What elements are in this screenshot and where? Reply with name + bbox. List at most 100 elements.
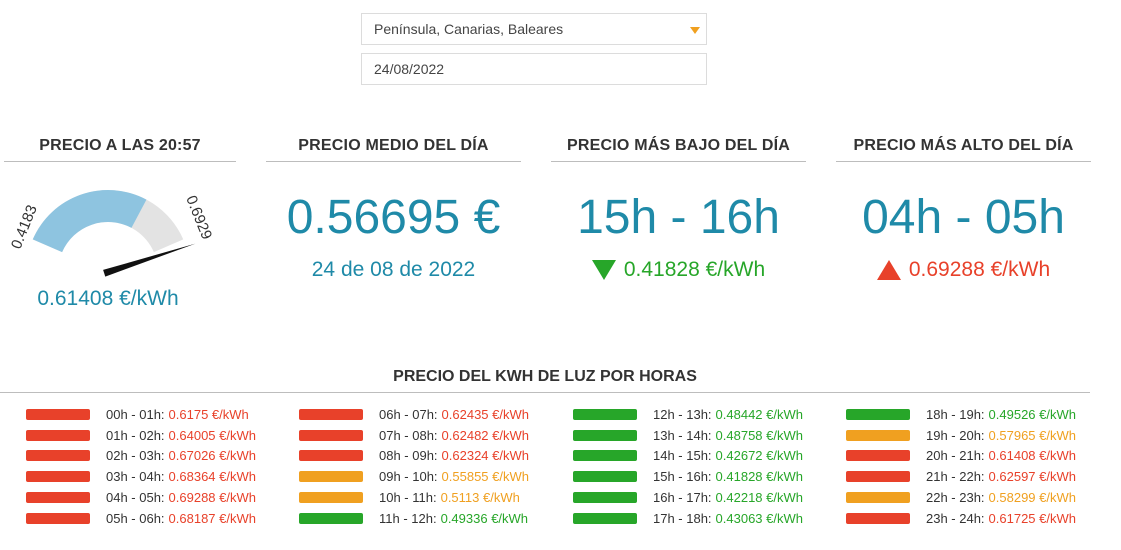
hour-price-row: 07h - 08h: 0.62482 €/kWh: [299, 425, 529, 446]
current-price-card: PRECIO A LAS 20:57: [0, 137, 236, 162]
hour-range-label: 15h - 16h:: [653, 469, 712, 485]
hour-price-value: 0.42218 €/kWh: [715, 490, 803, 506]
hour-range-label: 06h - 07h:: [379, 406, 438, 422]
price-level-bar: [573, 450, 637, 462]
hour-range-label: 03h - 04h:: [106, 469, 165, 485]
hour-price-value: 0.42672 €/kWh: [715, 448, 803, 464]
highest-price-title: PRECIO MÁS ALTO DEL DÍA: [836, 137, 1091, 162]
price-level-bar: [299, 408, 363, 420]
region-select[interactable]: Península, Canarias, Baleares: [361, 13, 707, 45]
hour-price-row: 23h - 24h: 0.61725 €/kWh: [846, 508, 1076, 529]
gauge-min-label: 0.4183: [8, 203, 41, 252]
region-select-value: Península, Canarias, Baleares: [374, 21, 564, 37]
hour-price-row: 17h - 18h: 0.43063 €/kWh: [573, 508, 803, 529]
hour-price-value: 0.62324 €/kWh: [441, 448, 529, 464]
chevron-down-icon[interactable]: [690, 27, 700, 34]
hour-price-row: 08h - 09h: 0.62324 €/kWh: [299, 446, 529, 467]
lowest-price-range: 15h - 16h: [577, 191, 780, 244]
hour-price-value: 0.68364 €/kWh: [168, 469, 256, 485]
hour-price-value: 0.61725 €/kWh: [988, 510, 1076, 526]
hourly-column: 00h - 01h: 0.6175 €/kWh 01h - 02h: 0.64005 …: [26, 404, 256, 529]
hour-range-label: 02h - 03h:: [106, 448, 165, 464]
price-level-bar: [299, 492, 363, 504]
hour-price-value: 0.62482 €/kWh: [441, 427, 529, 443]
average-price-card: PRECIO MEDIO DEL DÍA 0.56695 € 24 de 08 …: [266, 137, 521, 282]
hour-price-row: 22h - 23h: 0.58299 €/kWh: [846, 487, 1076, 508]
price-level-bar: [573, 512, 637, 524]
price-level-bar: [846, 471, 910, 483]
price-level-bar: [846, 492, 910, 504]
hour-range-label: 19h - 20h:: [926, 427, 985, 443]
hour-range-label: 09h - 10h:: [379, 469, 438, 485]
hour-price-value: 0.49336 €/kWh: [440, 510, 529, 526]
hour-range-label: 01h - 02h:: [106, 427, 165, 443]
hour-price-value: 0.68187 €/kWh: [168, 510, 256, 526]
price-level-bar: [846, 408, 910, 420]
hour-price-row: 13h - 14h: 0.48758 €/kWh: [573, 425, 803, 446]
hour-price-row: 00h - 01h: 0.6175 €/kWh: [26, 404, 256, 425]
price-level-bar: [846, 450, 910, 462]
hour-range-label: 11h - 12h:: [379, 510, 437, 526]
price-level-bar: [573, 429, 637, 441]
hour-price-value: 0.6175 €/kWh: [168, 406, 249, 422]
hour-price-value: 0.69288 €/kWh: [168, 490, 256, 506]
hour-price-row: 10h - 11h: 0.5113 €/kWh: [299, 487, 529, 508]
price-level-bar: [573, 492, 637, 504]
hour-range-label: 07h - 08h:: [379, 427, 438, 443]
hour-range-label: 00h - 01h:: [106, 406, 165, 422]
hour-price-row: 02h - 03h: 0.67026 €/kWh: [26, 446, 256, 467]
lowest-price-value: 0.41828 €/kWh: [623, 258, 766, 281]
hour-price-value: 0.62435 €/kWh: [441, 406, 529, 422]
hour-price-value: 0.5113 €/kWh: [440, 490, 520, 506]
price-level-bar: [26, 492, 90, 504]
price-level-bar: [26, 512, 90, 524]
hour-range-label: 04h - 05h:: [106, 490, 165, 506]
date-input-value: 24/08/2022: [374, 61, 445, 77]
hour-price-value: 0.61408 €/kWh: [988, 448, 1076, 464]
price-level-bar: [846, 429, 910, 441]
hour-price-row: 19h - 20h: 0.57965 €/kWh: [846, 425, 1076, 446]
hour-price-row: 20h - 21h: 0.61408 €/kWh: [846, 446, 1076, 467]
hour-price-value: 0.48758 €/kWh: [715, 427, 803, 443]
price-level-bar: [573, 408, 637, 420]
price-level-bar: [299, 471, 363, 483]
hour-range-label: 13h - 14h:: [653, 427, 712, 443]
price-level-bar: [299, 429, 363, 441]
hour-price-row: 21h - 22h: 0.62597 €/kWh: [846, 466, 1076, 487]
hour-range-label: 12h - 13h:: [653, 406, 712, 422]
hour-range-label: 16h - 17h:: [653, 490, 712, 506]
hour-price-value: 0.64005 €/kWh: [168, 427, 256, 443]
hour-price-row: 04h - 05h: 0.69288 €/kWh: [26, 487, 256, 508]
gauge-max-label: 0.6929: [182, 193, 215, 242]
hour-price-row: 15h - 16h: 0.41828 €/kWh: [573, 466, 803, 487]
hour-price-row: 11h - 12h: 0.49336 €/kWh: [299, 508, 529, 529]
arrow-down-icon: [591, 260, 616, 280]
hour-range-label: 23h - 24h:: [926, 510, 985, 526]
hourly-prices-title: PRECIO DEL KWH DE LUZ POR HORAS: [0, 368, 1090, 393]
hour-price-row: 16h - 17h: 0.42218 €/kWh: [573, 487, 803, 508]
hour-price-value: 0.43063 €/kWh: [715, 510, 803, 526]
price-level-bar: [299, 450, 363, 462]
hour-range-label: 17h - 18h:: [653, 510, 712, 526]
average-price-title: PRECIO MEDIO DEL DÍA: [266, 137, 521, 162]
hour-range-label: 21h - 22h:: [926, 469, 985, 485]
hourly-column: 12h - 13h: 0.48442 €/kWh 13h - 14h: 0.48758…: [573, 404, 803, 529]
hour-price-value: 0.67026 €/kWh: [168, 448, 256, 464]
hour-price-value: 0.55855 €/kWh: [441, 469, 529, 485]
hour-price-value: 0.58299 €/kWh: [988, 490, 1076, 506]
hour-range-label: 22h - 23h:: [926, 490, 985, 506]
hour-price-row: 18h - 19h: 0.49526 €/kWh: [846, 404, 1076, 425]
average-price-date: 24 de 08 de 2022: [311, 258, 476, 281]
gauge-fill-arc: [32, 190, 147, 253]
date-input[interactable]: 24/08/2022: [361, 53, 707, 85]
hourly-column: 06h - 07h: 0.62435 €/kWh 07h - 08h: 0.62482…: [299, 404, 529, 529]
highest-price-value: 0.69288 €/kWh: [908, 258, 1051, 281]
hour-range-label: 18h - 19h:: [926, 406, 985, 422]
hour-price-row: 06h - 07h: 0.62435 €/kWh: [299, 404, 529, 425]
hour-price-row: 09h - 10h: 0.55855 €/kWh: [299, 466, 529, 487]
hour-range-label: 20h - 21h:: [926, 448, 985, 464]
lowest-price-title: PRECIO MÁS BAJO DEL DÍA: [551, 137, 806, 162]
price-level-bar: [26, 429, 90, 441]
current-price-title: PRECIO A LAS 20:57: [4, 137, 236, 162]
hour-range-label: 10h - 11h:: [379, 490, 437, 506]
